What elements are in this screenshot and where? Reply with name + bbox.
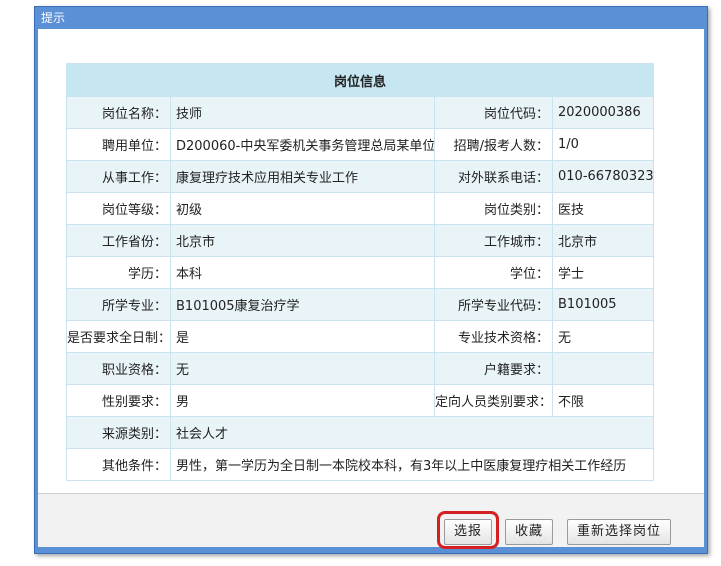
table-row: 岗位等级： 初级 岗位类别： 医技 — [66, 192, 655, 225]
label-city: 工作城市： — [434, 224, 553, 257]
table-row: 来源类别： 社会人才 — [66, 416, 655, 449]
label-other: 其他条件： — [66, 448, 171, 481]
apply-button[interactable]: 选报 — [444, 519, 492, 545]
value-category: 医技 — [551, 192, 655, 225]
table-row: 工作省份： 北京市 工作城市： 北京市 — [66, 224, 655, 257]
label-province: 工作省份： — [66, 224, 171, 257]
value-hukou — [551, 352, 655, 385]
label-gender: 性别要求： — [66, 384, 171, 417]
label-source: 来源类别： — [66, 416, 171, 449]
reselect-position-button[interactable]: 重新选择岗位 — [567, 519, 671, 545]
label-degree: 学位： — [434, 256, 553, 289]
table-header: 岗位信息 — [65, 63, 655, 97]
value-education: 本科 — [170, 256, 435, 289]
value-position-code: 2020000386 — [551, 96, 655, 129]
value-major: B101005康复治疗学 — [170, 288, 435, 321]
label-position-code: 岗位代码： — [434, 96, 553, 129]
value-work: 康复理疗技术应用相关专业工作 — [170, 160, 435, 193]
table-row: 是否要求全日制： 是 专业技术资格： 无 — [66, 320, 655, 353]
table-row: 其他条件： 男性，第一学历为全日制一本院校本科，有3年以上中医康复理疗相关工作经… — [66, 448, 655, 481]
value-other: 男性，第一学历为全日制一本院校本科，有3年以上中医康复理疗相关工作经历 — [169, 448, 655, 481]
value-targeted-category: 不限 — [551, 384, 655, 417]
table-row: 性别要求： 男 定向人员类别要求： 不限 — [66, 384, 655, 417]
label-category: 岗位类别： — [434, 192, 553, 225]
label-level: 岗位等级： — [66, 192, 171, 225]
dialog-title[interactable]: 提示 — [35, 7, 707, 29]
value-recruit-count: 1/0 — [551, 128, 655, 161]
position-info-table: 岗位信息 岗位名称： 技师 岗位代码： 2020000386 聘用单位： D20… — [65, 63, 655, 481]
value-gender: 男 — [170, 384, 435, 417]
label-tech-qualification: 专业技术资格： — [434, 320, 553, 353]
table-row: 聘用单位： D200060-中央军委机关事务管理总局某单位 招聘/报考人数： 1… — [66, 128, 655, 161]
label-major: 所学专业： — [66, 288, 171, 321]
value-city: 北京市 — [551, 224, 655, 257]
label-vocational-qualification: 职业资格： — [66, 352, 171, 385]
value-major-code: B101005 — [551, 288, 655, 321]
label-employer: 聘用单位： — [66, 128, 171, 161]
table-row: 岗位名称： 技师 岗位代码： 2020000386 — [66, 96, 655, 129]
value-province: 北京市 — [170, 224, 435, 257]
label-education: 学历： — [66, 256, 171, 289]
value-phone: 010-66780323 — [551, 160, 655, 193]
prompt-dialog: 提示 岗位信息 岗位名称： 技师 岗位代码： 2020000386 聘用单位： … — [34, 6, 708, 554]
label-major-code: 所学专业代码： — [434, 288, 553, 321]
value-position-name: 技师 — [170, 96, 435, 129]
value-tech-qualification: 无 — [551, 320, 655, 353]
favorite-button[interactable]: 收藏 — [505, 519, 553, 545]
value-employer: D200060-中央军委机关事务管理总局某单位 — [170, 128, 435, 161]
dialog-footer: 选报 收藏 重新选择岗位 — [38, 493, 704, 549]
table-row: 职业资格： 无 户籍要求： — [66, 352, 655, 385]
dialog-content: 岗位信息 岗位名称： 技师 岗位代码： 2020000386 聘用单位： D20… — [38, 29, 704, 493]
label-full-time: 是否要求全日制： — [66, 320, 171, 353]
value-level: 初级 — [170, 192, 435, 225]
value-degree: 学士 — [551, 256, 655, 289]
table-row: 所学专业： B101005康复治疗学 所学专业代码： B101005 — [66, 288, 655, 321]
label-targeted-category: 定向人员类别要求： — [434, 384, 553, 417]
label-recruit-count: 招聘/报考人数： — [434, 128, 553, 161]
label-phone: 对外联系电话： — [434, 160, 553, 193]
label-position-name: 岗位名称： — [66, 96, 171, 129]
value-source: 社会人才 — [169, 416, 655, 449]
table-row: 从事工作： 康复理疗技术应用相关专业工作 对外联系电话： 010-6678032… — [66, 160, 655, 193]
label-hukou: 户籍要求： — [434, 352, 553, 385]
value-vocational-qualification: 无 — [170, 352, 435, 385]
table-row: 学历： 本科 学位： 学士 — [66, 256, 655, 289]
label-work: 从事工作： — [66, 160, 171, 193]
value-full-time: 是 — [170, 320, 435, 353]
